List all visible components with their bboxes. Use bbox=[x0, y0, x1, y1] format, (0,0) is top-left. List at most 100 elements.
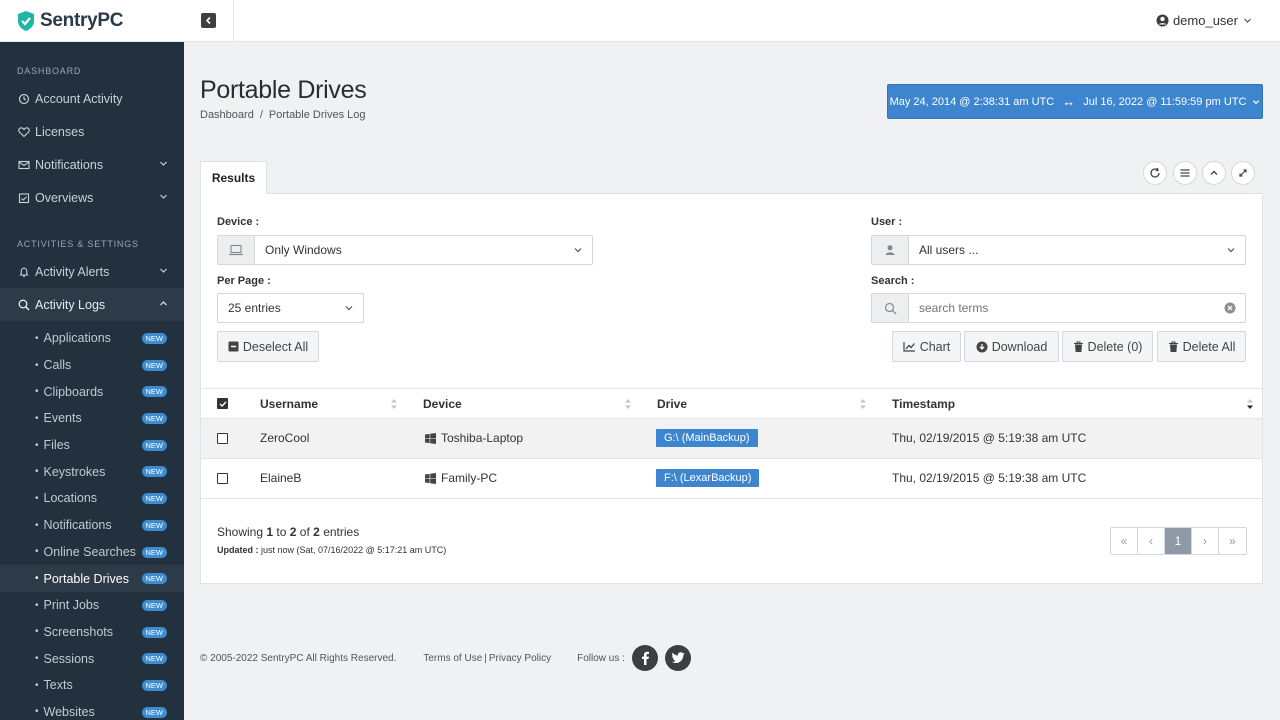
subitem-label: Applications bbox=[43, 331, 111, 346]
sidebar-item-overviews[interactable]: Overviews bbox=[0, 181, 184, 214]
sidebar-item-licenses[interactable]: Licenses bbox=[0, 115, 184, 148]
subitem-label: Portable Drives bbox=[43, 571, 129, 586]
sidebar-toggle-button[interactable] bbox=[201, 13, 216, 28]
first-page-button[interactable]: « bbox=[1111, 528, 1138, 554]
next-page-button[interactable]: › bbox=[1192, 528, 1219, 554]
subitem-label: Screenshots bbox=[43, 624, 113, 639]
sidebar-subitem-print-jobs[interactable]: • Print Jobs NEW bbox=[0, 592, 184, 619]
column-drive[interactable]: Drive bbox=[657, 397, 687, 411]
subitem-label: Texts bbox=[43, 678, 73, 693]
brand[interactable]: SentryPC bbox=[0, 0, 184, 42]
table-header: Username Device Drive Timestamp bbox=[201, 388, 1262, 419]
column-device[interactable]: Device bbox=[423, 397, 462, 411]
row-checkbox[interactable] bbox=[217, 433, 228, 444]
windows-icon bbox=[425, 473, 436, 484]
select-all-checkbox[interactable] bbox=[217, 398, 228, 409]
user-icon bbox=[872, 236, 909, 264]
subitem-label: Clipboards bbox=[43, 384, 104, 399]
delete-button[interactable]: Delete (0) bbox=[1062, 331, 1153, 362]
chevron-down-icon bbox=[160, 161, 167, 166]
sidebar-item-activity-alerts[interactable]: Activity Alerts bbox=[0, 255, 184, 288]
sidebar-item-activity-logs[interactable]: Activity Logs bbox=[0, 288, 184, 321]
sidebar-subitem-websites[interactable]: • Websites NEW bbox=[0, 699, 184, 720]
clear-search-icon[interactable] bbox=[1224, 302, 1236, 314]
chart-button[interactable]: Chart bbox=[892, 331, 961, 362]
subitem-label: Online Searches bbox=[43, 544, 136, 559]
user-select[interactable]: All users ... bbox=[871, 235, 1246, 265]
user-menu[interactable]: demo_user bbox=[1156, 13, 1252, 28]
sidebar-item-label: Notifications bbox=[35, 157, 104, 172]
sidebar-subitem-keystrokes[interactable]: • Keystrokes NEW bbox=[0, 458, 184, 485]
drive-badge: G:\ (MainBackup) bbox=[656, 429, 758, 447]
sort-desc-icon[interactable] bbox=[1246, 397, 1254, 411]
sidebar-subitem-calls[interactable]: • Calls NEW bbox=[0, 352, 184, 379]
subitem-label: Events bbox=[43, 411, 82, 426]
new-badge: NEW bbox=[141, 653, 167, 665]
table-row[interactable]: ZeroCool Toshiba-Laptop G:\ (MainBackup)… bbox=[201, 419, 1262, 459]
subitem-label: Notifications bbox=[43, 518, 112, 533]
sidebar-subitem-portable-drives[interactable]: • Portable Drives NEW bbox=[0, 565, 184, 592]
page-title: Portable Drives bbox=[200, 76, 367, 104]
entries-info: Showing 1 to 2 of 2 entries bbox=[217, 525, 359, 539]
date-range-button[interactable]: May 24, 2014 @ 2:38:31 am UTC ↔ Jul 16, … bbox=[887, 84, 1263, 119]
minus-square-icon bbox=[228, 341, 239, 352]
sidebar-subitem-notifications[interactable]: • Notifications NEW bbox=[0, 512, 184, 539]
sidebar-subitem-texts[interactable]: • Texts NEW bbox=[0, 672, 184, 699]
sort-icon[interactable] bbox=[624, 397, 632, 411]
subitem-label: Keystrokes bbox=[43, 464, 106, 479]
sidebar-item-label: Licenses bbox=[35, 124, 85, 139]
info-suffix: entries bbox=[323, 525, 360, 539]
delete-all-button[interactable]: Delete All bbox=[1157, 331, 1246, 362]
sidebar-subitem-sessions[interactable]: • Sessions NEW bbox=[0, 645, 184, 672]
chevron-down-icon bbox=[574, 248, 582, 253]
settings-button[interactable] bbox=[1173, 161, 1197, 185]
sidebar-subitem-locations[interactable]: • Locations NEW bbox=[0, 485, 184, 512]
sidebar-subitem-screenshots[interactable]: • Screenshots NEW bbox=[0, 619, 184, 646]
sidebar-item-notifications[interactable]: Notifications bbox=[0, 148, 184, 181]
new-badge: NEW bbox=[141, 359, 167, 371]
collapse-button[interactable] bbox=[1202, 161, 1226, 185]
pagination: « ‹ 1 › » bbox=[1110, 527, 1247, 555]
breadcrumb-dashboard-link[interactable]: Dashboard bbox=[200, 109, 254, 121]
per-page-select[interactable]: 25 entries bbox=[217, 293, 364, 323]
sidebar: SentryPC DASHBOARD Account Activity Lice… bbox=[0, 0, 184, 720]
chevron-down-icon bbox=[1244, 18, 1251, 23]
twitter-icon[interactable] bbox=[664, 645, 691, 671]
sidebar-subitem-applications[interactable]: • Applications NEW bbox=[0, 325, 184, 352]
facebook-icon[interactable] bbox=[631, 645, 658, 671]
device-select[interactable]: Only Windows bbox=[217, 235, 593, 265]
tab-results[interactable]: Results bbox=[200, 161, 267, 194]
sidebar-subitem-clipboards[interactable]: • Clipboards NEW bbox=[0, 378, 184, 405]
shield-logo-icon bbox=[18, 10, 34, 31]
history-icon bbox=[18, 93, 30, 105]
page-1-button[interactable]: 1 bbox=[1165, 528, 1192, 554]
fullscreen-button[interactable] bbox=[1231, 161, 1255, 185]
terms-link[interactable]: Terms of Use bbox=[423, 653, 482, 664]
privacy-link[interactable]: Privacy Policy bbox=[489, 653, 551, 664]
copyright: © 2005-2022 SentryPC All Rights Reserved… bbox=[200, 652, 397, 664]
date-arrow: ↔ bbox=[1062, 94, 1076, 109]
sidebar-subitem-online-searches[interactable]: • Online Searches NEW bbox=[0, 539, 184, 566]
breadcrumb-current: Portable Drives Log bbox=[268, 109, 366, 121]
table-row[interactable]: ElaineB Family-PC F:\ (LexarBackup) Thu,… bbox=[201, 459, 1262, 499]
sidebar-item-account-activity[interactable]: Account Activity bbox=[0, 82, 184, 115]
sort-icon[interactable] bbox=[859, 397, 867, 411]
cell-device: Family-PC bbox=[441, 471, 497, 485]
sidebar-subitem-events[interactable]: • Events NEW bbox=[0, 405, 184, 432]
refresh-button[interactable] bbox=[1143, 161, 1167, 185]
column-timestamp[interactable]: Timestamp bbox=[892, 397, 955, 411]
subitem-label: Websites bbox=[43, 704, 95, 719]
info-to: 2 bbox=[289, 525, 297, 539]
prev-page-button[interactable]: ‹ bbox=[1138, 528, 1165, 554]
last-page-button[interactable]: » bbox=[1219, 528, 1246, 554]
download-button[interactable]: Download bbox=[964, 331, 1059, 362]
info-prefix: Showing bbox=[217, 525, 264, 539]
sliders-icon bbox=[1180, 169, 1190, 177]
deselect-all-button[interactable]: Deselect All bbox=[217, 331, 319, 362]
search-input[interactable] bbox=[909, 295, 1224, 321]
brand-name: SentryPC bbox=[40, 9, 124, 31]
sort-icon[interactable] bbox=[390, 397, 398, 411]
row-checkbox[interactable] bbox=[217, 473, 228, 484]
column-username[interactable]: Username bbox=[260, 397, 318, 411]
sidebar-subitem-files[interactable]: • Files NEW bbox=[0, 432, 184, 459]
